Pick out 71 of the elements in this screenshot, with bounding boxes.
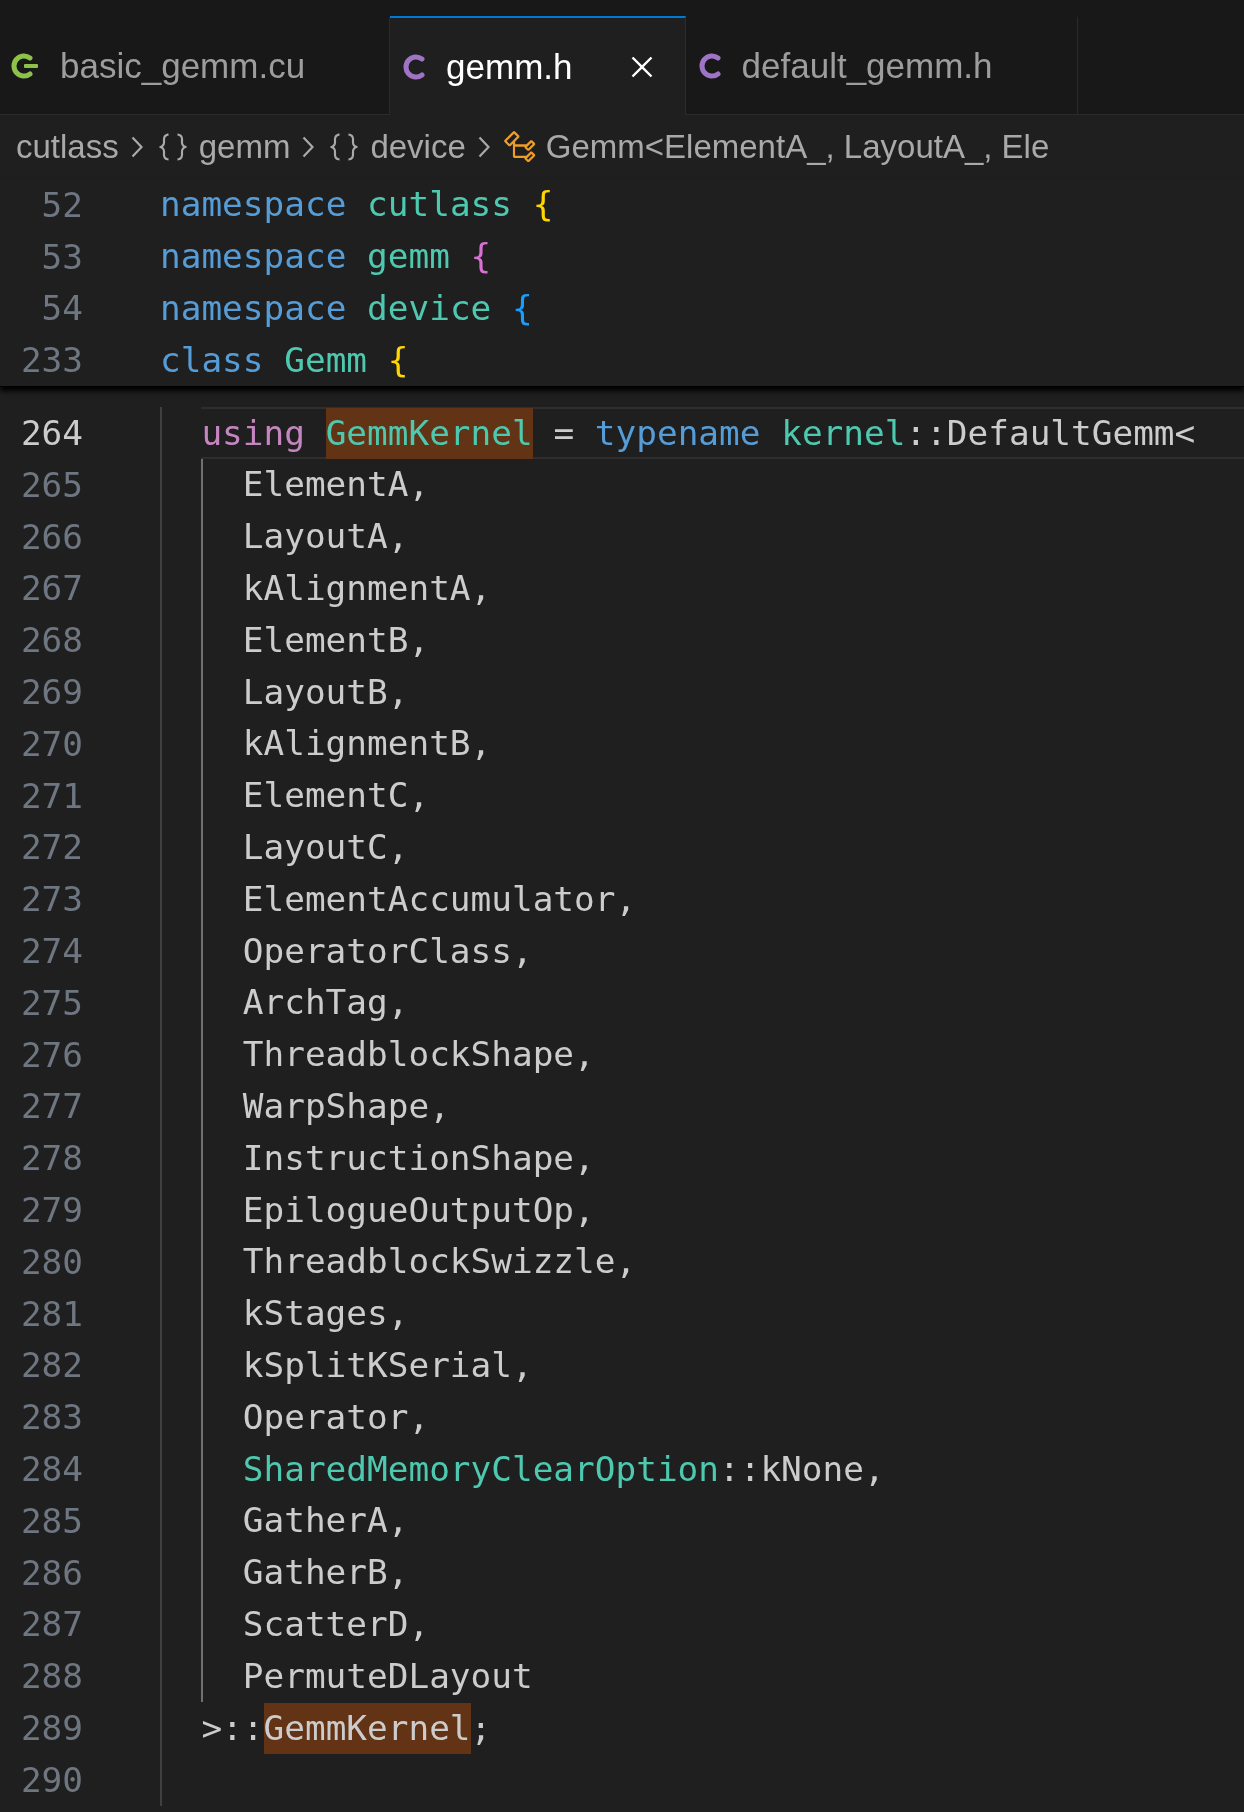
- line-number: 270: [19, 723, 83, 764]
- line-number: 278: [19, 1138, 83, 1179]
- line-number: 266: [19, 516, 83, 557]
- code-line: Operator,: [242, 1395, 431, 1439]
- line-number: 53: [40, 236, 83, 277]
- code-line: ThreadblockSwizzle,: [242, 1240, 638, 1284]
- code-line: ThreadblockShape,: [242, 1033, 596, 1077]
- line-number: 269: [19, 672, 83, 713]
- chevron-icon: [302, 136, 315, 158]
- code-line: ElementA,: [242, 463, 431, 507]
- breadcrumb-item[interactable]: device: [370, 128, 466, 166]
- line-number: 287: [19, 1604, 83, 1645]
- line-number: 283: [19, 1397, 83, 1438]
- line-number: 268: [19, 620, 83, 661]
- line-number: 290: [19, 1759, 83, 1800]
- line-number: 274: [19, 931, 83, 972]
- code-line: class Gemm {: [160, 338, 410, 382]
- line-number: 272: [19, 827, 83, 868]
- line-number: 288: [19, 1656, 83, 1697]
- line-number: 281: [19, 1293, 83, 1334]
- line-number: 52: [40, 184, 83, 225]
- chevron-icon: [477, 136, 490, 158]
- code-line: PermuteDLayout: [242, 1654, 534, 1698]
- code-line: ScatterD,: [242, 1602, 431, 1646]
- code-line: ArchTag,: [242, 981, 410, 1025]
- line-number: 289: [19, 1708, 83, 1748]
- code-line: SharedMemoryClearOption::kNone,: [242, 1447, 886, 1491]
- line-number: 279: [19, 1190, 83, 1231]
- line-number: 277: [19, 1086, 83, 1127]
- code-line: ElementC,: [242, 774, 431, 818]
- code-line: namespace gemm {: [160, 235, 493, 279]
- code-line: LayoutB,: [242, 670, 410, 714]
- code-line: ElementB,: [242, 618, 431, 662]
- code-line: kAlignmentB,: [242, 722, 493, 766]
- line-number: 54: [40, 288, 83, 329]
- chevron-icon: [130, 136, 143, 158]
- breadcrumb-item[interactable]: cutlass: [16, 128, 119, 166]
- breadcrumb-item[interactable]: gemm: [198, 128, 291, 166]
- line-number: 271: [19, 775, 83, 816]
- code-line: OperatorClass,: [242, 929, 534, 973]
- editor-tab[interactable]: gemm.h: [390, 16, 686, 115]
- line-number: 282: [19, 1345, 83, 1386]
- code-line: WarpShape,: [242, 1084, 451, 1128]
- cuda-file-icon: [10, 51, 40, 81]
- code-line: >::GemmKernel;: [201, 1702, 1244, 1754]
- code-line: kStages,: [242, 1292, 410, 1336]
- class-icon: [501, 129, 538, 165]
- code-line: namespace cutlass {: [160, 183, 555, 227]
- code-line: namespace device {: [160, 287, 534, 330]
- line-number: 265: [19, 464, 83, 505]
- line-number: 280: [19, 1241, 83, 1282]
- breadcrumb-item[interactable]: Gemm<ElementA_, LayoutA_, Ele: [545, 128, 1050, 166]
- code-line: ElementAccumulator,: [242, 877, 638, 921]
- line-number: 275: [19, 982, 83, 1023]
- code-line: GatherA,: [242, 1499, 410, 1543]
- code-line: EpilogueOutputOp,: [242, 1188, 596, 1232]
- code-line: GatherB,: [242, 1551, 410, 1595]
- line-number: 267: [19, 568, 83, 609]
- line-number: 284: [19, 1449, 83, 1489]
- line-number: 264: [19, 413, 83, 454]
- code-line: kSplitKSerial,: [242, 1343, 534, 1387]
- line-number: 273: [19, 879, 83, 920]
- line-number: 276: [19, 1034, 83, 1075]
- line-number: 285: [19, 1500, 83, 1541]
- code-line: InstructionShape,: [242, 1136, 596, 1180]
- code-line: LayoutA,: [242, 515, 410, 559]
- code-line: kAlignmentA,: [242, 566, 493, 610]
- line-number: 286: [19, 1552, 83, 1593]
- code-line: using GemmKernel = typename kernel::DefaultGemm<: [201, 407, 1244, 459]
- code-line: LayoutC,: [242, 825, 410, 869]
- line-number: 233: [19, 340, 83, 381]
